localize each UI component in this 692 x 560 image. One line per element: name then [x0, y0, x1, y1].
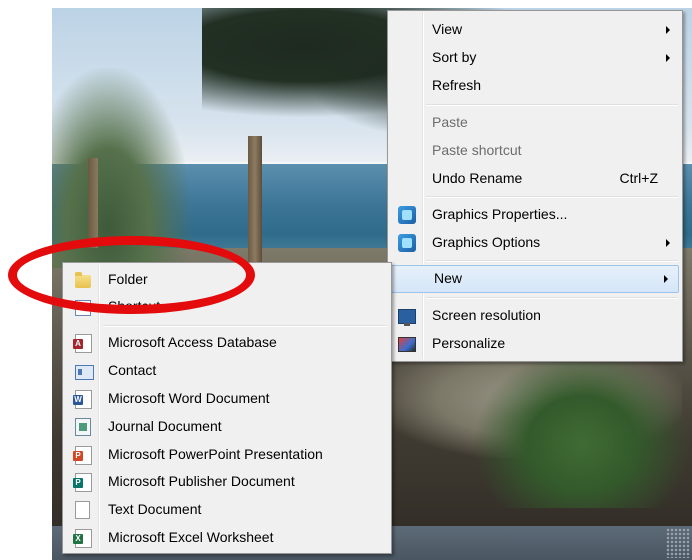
- menu-item-refresh[interactable]: Refresh: [390, 73, 680, 99]
- powerpoint-icon: P: [73, 446, 92, 465]
- publisher-badge: P: [73, 478, 83, 488]
- menu-item-label: Paste: [432, 114, 468, 130]
- wallpaper-post-small: [88, 158, 98, 248]
- excel-icon: X: [73, 529, 92, 548]
- menu-item-personalize[interactable]: Personalize: [390, 331, 680, 357]
- menu-separator: [426, 260, 678, 262]
- graphics-icon: [398, 206, 416, 224]
- menu-item-label: Paste shortcut: [432, 142, 522, 158]
- menu-item-screen-resolution[interactable]: Screen resolution: [390, 303, 680, 329]
- screen-resolution-icon: [398, 309, 416, 326]
- submenu-arrow-icon: [666, 26, 670, 34]
- publisher-icon: P: [73, 473, 92, 492]
- new-item-journal-document[interactable]: Journal Document: [65, 414, 389, 440]
- new-item-contact[interactable]: Contact: [65, 358, 389, 384]
- menu-item-label: Graphics Properties...: [432, 206, 568, 222]
- menu-item-label: New: [434, 270, 463, 286]
- menu-item-label: Text Document: [108, 501, 202, 517]
- word-icon: W: [73, 390, 92, 409]
- red-highlight-ellipse: [8, 236, 255, 314]
- menu-item-label: Contact: [108, 362, 157, 378]
- submenu-arrow-icon: [666, 54, 670, 62]
- contact-icon: [75, 365, 94, 380]
- menu-separator: [426, 297, 678, 299]
- menu-item-label: Screen resolution: [432, 307, 541, 323]
- menu-item-undo-rename[interactable]: Undo Rename Ctrl+Z: [390, 166, 680, 192]
- menu-item-label: Microsoft PowerPoint Presentation: [108, 446, 323, 462]
- personalize-icon: [398, 337, 416, 352]
- new-item-access-database[interactable]: A Microsoft Access Database: [65, 330, 389, 356]
- menu-item-paste[interactable]: Paste: [390, 110, 680, 136]
- menu-item-label: Personalize: [432, 335, 506, 351]
- access-icon: A: [73, 334, 92, 353]
- menu-item-label: Graphics Options: [432, 234, 541, 250]
- menu-item-label: Microsoft Access Database: [108, 334, 277, 350]
- menu-separator: [426, 104, 678, 106]
- access-badge: A: [73, 339, 83, 349]
- submenu-arrow-icon: [664, 275, 668, 283]
- new-item-text-document[interactable]: Text Document: [65, 497, 389, 523]
- menu-item-label: Microsoft Word Document: [108, 390, 270, 406]
- wallpaper-post: [248, 136, 262, 266]
- menu-item-label: Refresh: [432, 77, 482, 93]
- journal-icon: [75, 418, 91, 436]
- submenu-arrow-icon: [666, 239, 670, 247]
- menu-item-label: Microsoft Excel Worksheet: [108, 529, 274, 545]
- menu-item-graphics-properties[interactable]: Graphics Properties...: [390, 202, 680, 228]
- menu-item-label: Undo Rename: [432, 170, 523, 186]
- menu-separator: [426, 196, 678, 198]
- desktop-context-menu: View Sort by Refresh Paste Paste shortcu…: [387, 10, 683, 362]
- menu-item-graphics-options[interactable]: Graphics Options: [390, 230, 680, 256]
- excel-badge: X: [73, 534, 83, 544]
- word-badge: W: [73, 395, 83, 405]
- new-item-word-document[interactable]: W Microsoft Word Document: [65, 386, 389, 412]
- wallpaper-plant: [472, 348, 692, 508]
- taskbar-grip[interactable]: [666, 528, 690, 558]
- menu-item-label: Microsoft Publisher Document: [108, 473, 295, 489]
- powerpoint-badge: P: [73, 451, 83, 461]
- menu-item-sort-by[interactable]: Sort by: [390, 45, 680, 71]
- text-document-icon: [75, 501, 90, 519]
- new-item-publisher-document[interactable]: P Microsoft Publisher Document: [65, 469, 389, 495]
- menu-item-label: View: [432, 21, 463, 37]
- new-item-excel-worksheet[interactable]: X Microsoft Excel Worksheet: [65, 525, 389, 551]
- new-item-powerpoint-presentation[interactable]: P Microsoft PowerPoint Presentation: [65, 442, 389, 468]
- menu-item-view[interactable]: View: [390, 17, 680, 43]
- menu-separator: [103, 325, 387, 327]
- graphics-icon: [398, 234, 416, 252]
- menu-item-new[interactable]: New: [391, 265, 679, 293]
- menu-item-label: Journal Document: [108, 418, 222, 434]
- menu-item-paste-shortcut[interactable]: Paste shortcut: [390, 138, 680, 164]
- menu-item-shortcut: Ctrl+Z: [619, 170, 659, 186]
- menu-item-label: Sort by: [432, 49, 477, 65]
